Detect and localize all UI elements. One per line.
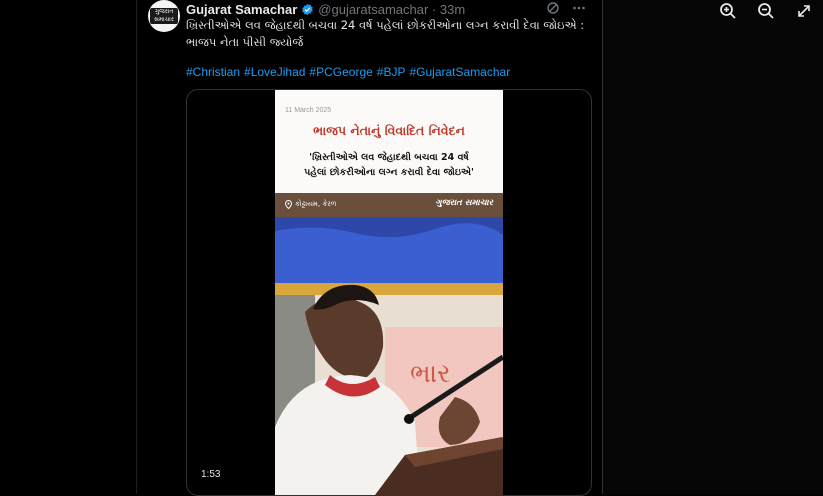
location-pin-icon — [285, 200, 292, 209]
hashtag-link[interactable]: #Christian — [186, 65, 240, 79]
video-title-card: 11 March 2025 ભાજપ નેતાનું વિવાદિત નિવેદ… — [275, 90, 503, 193]
video-quote-line-2: પહેલાં છોકરીઓના લગ્ન કરાવી દેવા જોઇએ' — [304, 167, 474, 178]
tweet-page: ગુજરાત સમાચાર Gujarat Samachar @gujarats… — [0, 0, 823, 496]
svg-text:ભાર: ભાર — [410, 359, 451, 389]
hashtag-link[interactable]: #PCGeorge — [309, 65, 372, 79]
hashtag-link[interactable]: #LoveJihad — [244, 65, 305, 79]
tweet-header: Gujarat Samachar @gujaratsamachar · 33m — [186, 0, 596, 18]
tweet-media[interactable]: 11 March 2025 ભાજપ નેતાનું વિવાદિત નિવેદ… — [186, 89, 592, 496]
expand-icon[interactable] — [785, 0, 823, 22]
header-actions — [546, 1, 586, 15]
avatar[interactable]: ગુજરાત સમાચાર — [148, 0, 180, 32]
author-name[interactable]: Gujarat Samachar — [186, 2, 297, 17]
video-frame-image: ભાર — [275, 217, 503, 495]
hashtag-link[interactable]: #BJP — [377, 65, 406, 79]
hashtag-link[interactable]: #GujaratSamachar — [409, 65, 510, 79]
video-brand-logo: ગુજરાત સમાચાર — [435, 198, 493, 208]
zoom-in-icon[interactable] — [709, 0, 747, 22]
author-handle-time[interactable]: @gujaratsamachar · 33m — [318, 2, 465, 17]
video-headline: ભાજપ નેતાનું વિવાદિત નિવેદન — [313, 123, 465, 138]
video-duration: 1:53 — [201, 469, 221, 480]
zoom-out-icon[interactable] — [747, 0, 785, 22]
video-location-text: કોટ્ટાયમ, કેરળ — [295, 200, 337, 208]
more-options-icon[interactable] — [572, 1, 586, 15]
video-date: 11 March 2025 — [285, 107, 332, 114]
column-divider-left — [136, 0, 137, 494]
right-backdrop — [603, 0, 823, 494]
column-divider — [602, 0, 603, 494]
video-location: કોટ્ટાયમ, કેરળ — [285, 200, 336, 209]
video-quote: 'ખ્રિસ્તીઓએ લવ જેહાદથી બચવા 24 વર્ષ પહેલ… — [283, 150, 495, 180]
media-viewer-controls — [709, 0, 823, 22]
verified-badge-icon — [302, 3, 314, 15]
grok-icon[interactable] — [546, 1, 560, 15]
tweet-text: ખ્રિસ્તીઓએ લવ જેહાદથી બચવા 24 વર્ષ પહેલા… — [186, 18, 585, 49]
video-player[interactable]: 11 March 2025 ભાજપ નેતાનું વિવાદિત નિવેદ… — [275, 90, 503, 495]
avatar-logo: ગુજરાત સમાચાર — [150, 8, 178, 24]
hashtag-list: #Christian #LoveJihad #PCGeorge #BJP #Gu… — [186, 65, 510, 79]
video-quote-line-1: 'ખ્રિસ્તીઓએ લવ જેહાદથી બચવા 24 વર્ષ — [309, 152, 469, 163]
